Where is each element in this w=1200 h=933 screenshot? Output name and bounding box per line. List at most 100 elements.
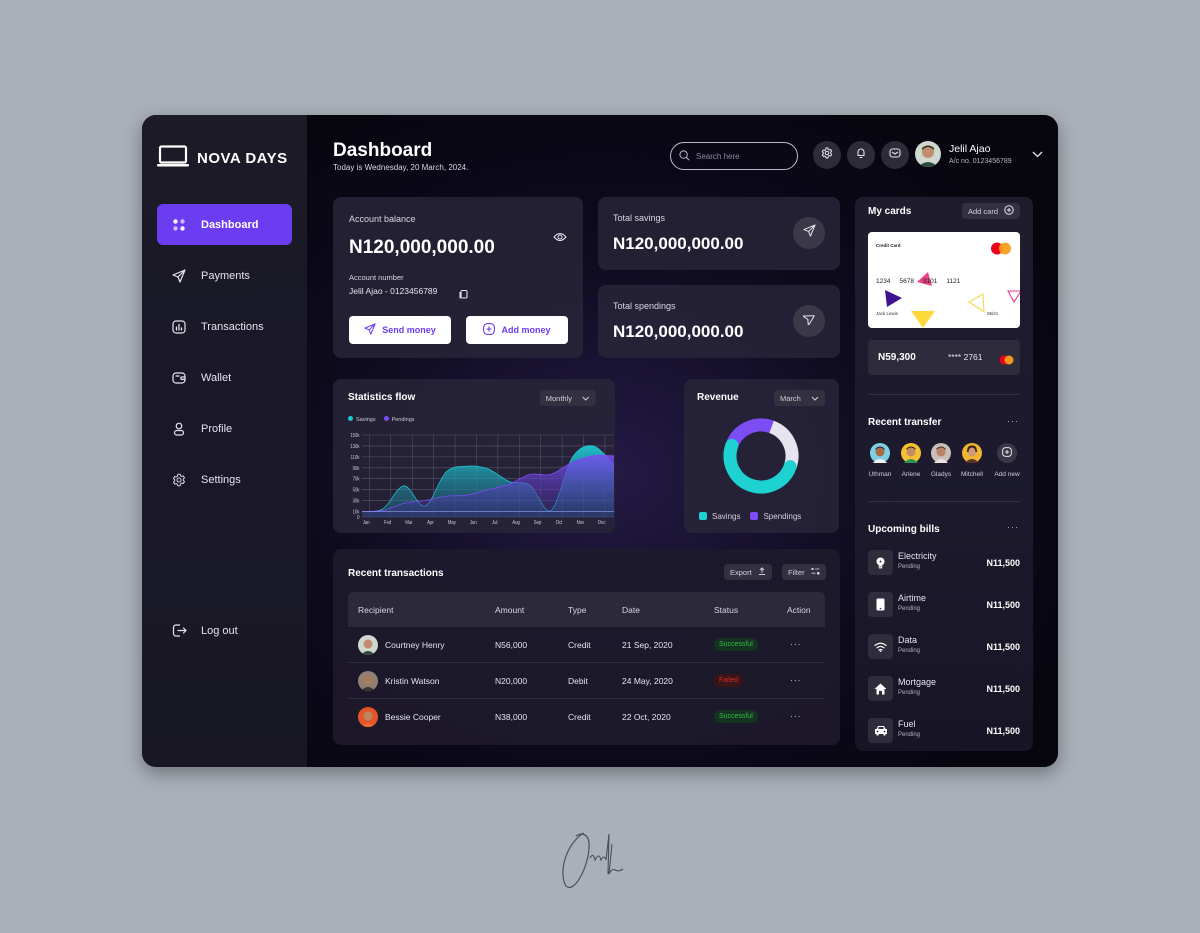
messages-button[interactable]: [881, 141, 909, 169]
brand-name: NOVA DAYS: [197, 149, 288, 167]
add-card-button[interactable]: Add card: [962, 203, 1021, 219]
logout-button[interactable]: Log out: [157, 610, 292, 651]
copy-icon[interactable]: [459, 286, 468, 304]
transaction-date: 24 May, 2020: [622, 676, 673, 686]
account-number-label: Account number: [349, 273, 404, 282]
mail-icon: [889, 146, 901, 164]
row-action-menu[interactable]: ···: [790, 711, 802, 721]
recipient-avatar: [358, 635, 378, 655]
gear-icon: [821, 146, 833, 164]
x-tick-label: May: [448, 520, 457, 525]
statistics-chart: 010k 30k 50k 70k 90k 110k 130k 150k Jan Fed Mar Apr…: [350, 433, 615, 525]
user-menu[interactable]: Jelil Ajao A/c no. 0123456789: [915, 141, 1043, 167]
transfer-avatar-arlene[interactable]: [901, 443, 921, 463]
search-input[interactable]: Search here: [670, 142, 798, 170]
x-tick-label: Jul: [492, 520, 497, 525]
y-tick-label: 50k: [353, 487, 360, 492]
grid-dots-icon: [157, 218, 201, 232]
savings-action-button[interactable]: [793, 217, 825, 249]
sidebar-item-payments[interactable]: Payments: [157, 255, 292, 296]
divider: [868, 501, 1020, 502]
send-icon: [364, 323, 376, 337]
car-icon: [868, 718, 893, 743]
card-holder: Jack Lewis: [876, 311, 899, 316]
add-money-button[interactable]: Add money: [466, 316, 568, 344]
transfer-avatar-uthman[interactable]: [870, 443, 890, 463]
filter-icon: [811, 567, 820, 577]
notifications-button[interactable]: [847, 141, 875, 169]
account-balance-card: Account balance N120,000,000.00 Account …: [333, 197, 583, 358]
column-header-status: Status: [714, 605, 739, 615]
column-header-action: Action: [787, 605, 811, 615]
sidebar-item-settings[interactable]: Settings: [157, 459, 292, 500]
donut-slice-spendings: [725, 418, 779, 452]
eye-icon[interactable]: [553, 229, 567, 247]
transaction-amount: N56,000: [495, 640, 528, 650]
sidebar-item-wallet[interactable]: Wallet: [157, 357, 292, 398]
y-tick-label: 130k: [350, 444, 360, 449]
bill-item[interactable]: Mortgage Pending N11,500: [868, 676, 1020, 704]
add-transfer-button[interactable]: [997, 443, 1017, 463]
transfer-avatar-mitchell[interactable]: [962, 443, 982, 463]
send-money-button[interactable]: Send money: [349, 316, 451, 344]
savings-label: Total savings: [613, 213, 666, 223]
transfer-more-button[interactable]: ···: [1007, 416, 1019, 426]
chevron-down-icon[interactable]: [1032, 145, 1043, 163]
settings-button[interactable]: [813, 141, 841, 169]
y-tick-label: 70k: [353, 476, 360, 481]
sidebar-item-transactions[interactable]: Transactions: [157, 306, 292, 347]
filter-button[interactable]: Filter: [782, 564, 826, 580]
logout-icon: [157, 623, 201, 638]
brand-logo[interactable]: NOVA DAYS: [157, 145, 288, 171]
donut-slice-savings: [723, 438, 797, 494]
card-balance-row[interactable]: N59,300 **** 2761: [868, 340, 1020, 375]
plus-circle-icon: [1004, 205, 1014, 217]
transfer-avatar-gladys[interactable]: [931, 443, 951, 463]
y-tick-label: 90k: [353, 465, 360, 470]
user-name: Jelil Ajao: [949, 143, 991, 155]
plus-circle-icon: [483, 323, 496, 337]
spendings-action-button[interactable]: [793, 305, 825, 337]
transaction-type: Credit: [568, 712, 591, 722]
recipient-name: Bessie Cooper: [385, 712, 441, 722]
transfer-name: Uthman: [868, 471, 892, 478]
send-icon: [157, 268, 201, 283]
bill-item[interactable]: Fuel Pending N11,500: [868, 718, 1020, 746]
balance-label: Account balance: [349, 214, 416, 224]
bill-status: Pending: [898, 690, 921, 696]
export-button[interactable]: Export: [724, 564, 772, 580]
bill-item[interactable]: Data Pending N11,500: [868, 634, 1020, 662]
table-row[interactable]: Bessie Cooper N38,000 Credit 22 Oct, 202…: [348, 699, 825, 735]
main-content: Dashboard Today is Wednesday, 20 March, …: [307, 115, 1058, 767]
revenue-legend: Savings Spendings: [699, 512, 801, 521]
add-card-label: Add card: [968, 206, 999, 216]
bills-more-button[interactable]: ···: [1007, 522, 1019, 532]
sidebar-item-label: Settings: [201, 473, 241, 486]
bill-status: Pending: [898, 606, 921, 612]
row-action-menu[interactable]: ···: [790, 675, 802, 685]
transaction-date: 21 Sep, 2020: [622, 640, 673, 650]
bill-name: Electricity: [898, 551, 937, 561]
x-tick-label: Fed: [384, 520, 392, 525]
x-tick-label: Sep: [534, 520, 542, 525]
row-action-menu[interactable]: ···: [790, 639, 802, 649]
bill-item[interactable]: Electricity Pending N11,500: [868, 550, 1020, 578]
table-row[interactable]: Kristin Watson N20,000 Debit 24 May, 202…: [348, 663, 825, 699]
credit-card[interactable]: Credit Card 1234 5678 9101 1121 Jack Lew…: [868, 232, 1020, 328]
send-icon: [802, 224, 816, 242]
sidebar-item-dashboard[interactable]: Dashboard: [157, 204, 292, 245]
page-subtitle: Today is Wednesday, 20 March, 2024.: [333, 163, 469, 172]
bill-item[interactable]: Airtime Pending N11,500: [868, 592, 1020, 620]
legend-item-spendings: Spendings: [750, 512, 801, 521]
search-placeholder: Search here: [696, 151, 740, 161]
transfer-name: Mitchell: [960, 471, 984, 478]
x-tick-label: Mar: [405, 520, 413, 525]
y-tick-label: 0: [357, 515, 360, 520]
wifi-icon: [868, 634, 893, 659]
user-account-number: A/c no. 0123456789: [949, 158, 1012, 165]
sidebar-item-profile[interactable]: Profile: [157, 408, 292, 449]
logout-label: Log out: [201, 624, 238, 637]
table-row[interactable]: Courtney Henry N56,000 Credit 21 Sep, 20…: [348, 627, 825, 663]
card-expiry: 06/21: [987, 311, 999, 316]
column-header-amount: Amount: [495, 605, 525, 615]
